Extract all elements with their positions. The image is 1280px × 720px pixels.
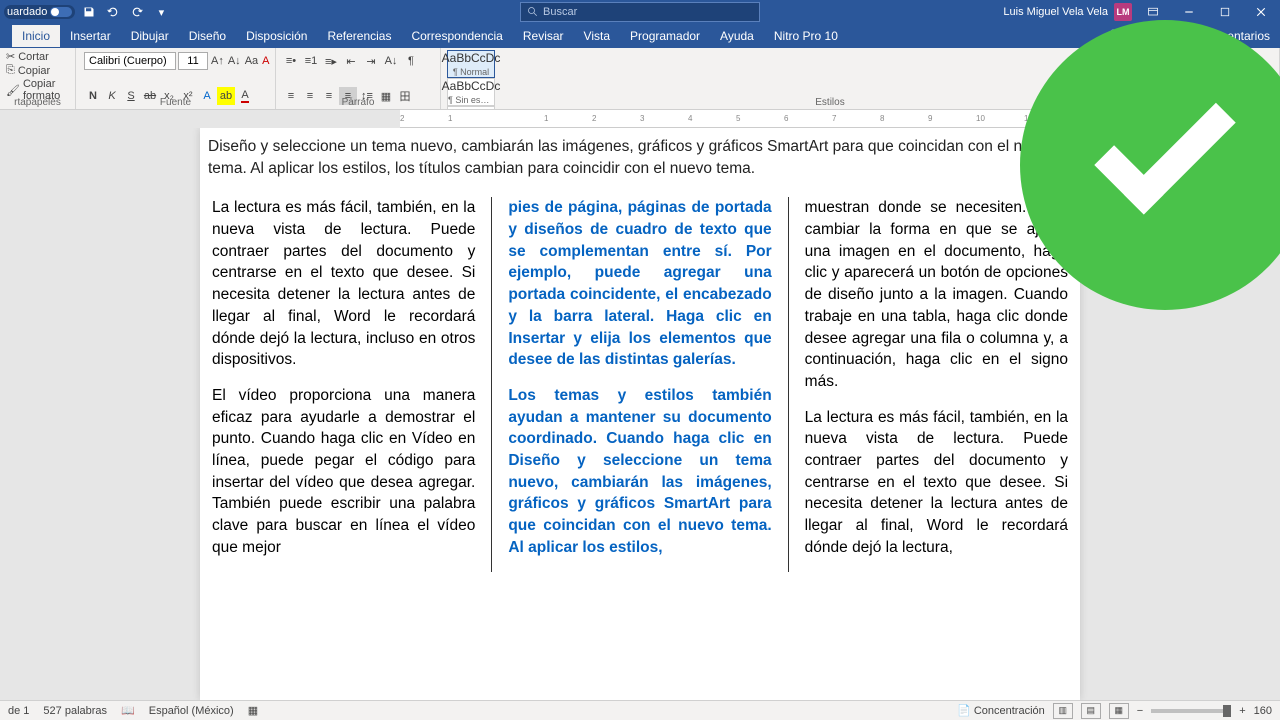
copy-button[interactable]: ⎘Copiar bbox=[6, 64, 69, 77]
page[interactable]: Diseño y seleccione un tema nuevo, cambi… bbox=[200, 128, 1080, 700]
bullets-button[interactable]: ≡• bbox=[282, 52, 300, 70]
tab-ayuda[interactable]: Ayuda bbox=[710, 25, 764, 47]
titlebar: uardado ▾ Documento1 - Word Buscar Luis … bbox=[0, 0, 1280, 24]
cut-button[interactable]: ✂Cortar bbox=[6, 50, 69, 63]
zoom-out-button[interactable]: − bbox=[1137, 705, 1143, 717]
increase-indent-button[interactable]: ⇥ bbox=[362, 52, 380, 70]
tab-revisar[interactable]: Revisar bbox=[513, 25, 574, 47]
web-layout-button[interactable]: ▦ bbox=[1109, 703, 1129, 719]
clipboard-group: ✂Cortar ⎘Copiar 🖌Copiar formato rtapapel… bbox=[0, 48, 76, 109]
column-separator bbox=[491, 197, 492, 572]
tab-nitro[interactable]: Nitro Pro 10 bbox=[764, 25, 848, 47]
tab-vista[interactable]: Vista bbox=[574, 25, 620, 47]
save-button[interactable] bbox=[79, 2, 99, 22]
tab-correspondencia[interactable]: Correspondencia bbox=[401, 25, 512, 47]
clear-format-button[interactable]: A bbox=[261, 52, 270, 70]
font-group-label: Fuente bbox=[76, 97, 275, 108]
tab-insertar[interactable]: Insertar bbox=[60, 25, 121, 47]
column-1: La lectura es más fácil, también, en la … bbox=[208, 197, 479, 572]
print-layout-button[interactable]: ▤ bbox=[1081, 703, 1101, 719]
page-indicator[interactable]: de 1 bbox=[8, 705, 29, 717]
tab-referencias[interactable]: Referencias bbox=[317, 25, 401, 47]
tab-dibujar[interactable]: Dibujar bbox=[121, 25, 179, 47]
clipboard-group-label: rtapapeles bbox=[0, 97, 75, 108]
style-normal[interactable]: AaBbCcDc¶ Normal bbox=[447, 50, 495, 78]
copy-icon: ⎘ bbox=[6, 64, 15, 77]
user-avatar[interactable]: LM bbox=[1114, 3, 1132, 21]
macro-icon[interactable]: ▦ bbox=[248, 704, 258, 717]
show-marks-button[interactable]: ¶ bbox=[402, 52, 420, 70]
numbering-button[interactable]: ≡1 bbox=[302, 52, 320, 70]
focus-mode[interactable]: 📄 Concentración bbox=[957, 704, 1045, 717]
tab-programador[interactable]: Programador bbox=[620, 25, 710, 47]
multilevel-button[interactable]: ≡▸ bbox=[322, 52, 340, 70]
qat-dropdown[interactable]: ▾ bbox=[151, 2, 171, 22]
autosave-toggle[interactable]: uardado bbox=[4, 5, 75, 19]
autosave-label: uardado bbox=[7, 6, 47, 18]
font-name-input[interactable] bbox=[84, 52, 176, 70]
change-case-button[interactable]: Aa bbox=[244, 52, 259, 70]
language-indicator[interactable]: Español (México) bbox=[149, 705, 234, 717]
close-button[interactable] bbox=[1246, 0, 1276, 24]
paragraph-group: ≡• ≡1 ≡▸ ⇤ ⇥ A↓ ¶ ≡ ≡ ≡ ≡ ↕≡ ▦ 田 Párrafo bbox=[276, 48, 441, 109]
zoom-in-button[interactable]: + bbox=[1239, 705, 1245, 717]
read-mode-button[interactable]: ▥ bbox=[1053, 703, 1073, 719]
zoom-slider[interactable] bbox=[1151, 709, 1231, 713]
font-group: A↑ A↓ Aa A N K S ab x₂ x² A ab A Fuente bbox=[76, 48, 276, 109]
tab-diseno[interactable]: Diseño bbox=[179, 25, 236, 47]
check-icon bbox=[1094, 73, 1235, 214]
word-count[interactable]: 527 palabras bbox=[43, 705, 107, 717]
statusbar: de 1 527 palabras 📖 Español (México) ▦ 📄… bbox=[0, 700, 1280, 720]
spell-check-icon[interactable]: 📖 bbox=[121, 704, 135, 717]
undo-button[interactable] bbox=[103, 2, 123, 22]
sort-button[interactable]: A↓ bbox=[382, 52, 400, 70]
paragraph-group-label: Párrafo bbox=[276, 97, 440, 108]
redo-button[interactable] bbox=[127, 2, 147, 22]
tab-disposicion[interactable]: Disposición bbox=[236, 25, 317, 47]
column-3: muestran donde se necesiten. Para cambia… bbox=[801, 197, 1072, 572]
column-2: pies de página, páginas de portada y dis… bbox=[504, 197, 775, 572]
brush-icon: 🖌 bbox=[6, 84, 20, 97]
search-input[interactable]: Buscar bbox=[520, 2, 760, 22]
user-name: Luis Miguel Vela Vela bbox=[1003, 6, 1108, 18]
maximize-button[interactable] bbox=[1210, 0, 1240, 24]
shrink-font-button[interactable]: A↓ bbox=[227, 52, 242, 70]
column-separator bbox=[788, 197, 789, 572]
decrease-indent-button[interactable]: ⇤ bbox=[342, 52, 360, 70]
search-icon bbox=[527, 6, 539, 18]
grow-font-button[interactable]: A↑ bbox=[210, 52, 225, 70]
intro-paragraph: Diseño y seleccione un tema nuevo, cambi… bbox=[208, 128, 1072, 197]
font-size-input[interactable] bbox=[178, 52, 208, 70]
search-placeholder: Buscar bbox=[543, 6, 577, 18]
tab-inicio[interactable]: Inicio bbox=[12, 25, 60, 47]
scissors-icon: ✂ bbox=[6, 50, 15, 63]
zoom-level[interactable]: 160 bbox=[1254, 705, 1272, 717]
